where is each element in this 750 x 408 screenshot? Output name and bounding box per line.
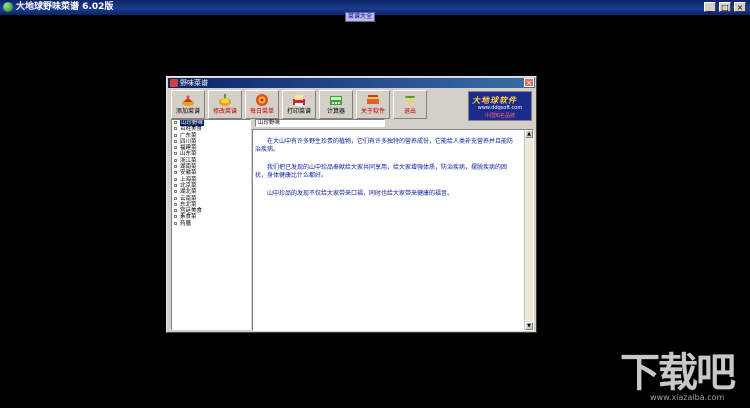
maximize-button[interactable]: □ (719, 2, 731, 12)
add-recipe-icon (182, 95, 194, 106)
scroll-up-arrow[interactable]: ▲ (525, 130, 533, 138)
window-title: 大地球野味菜谱 6.02版 (16, 2, 114, 12)
tree-item-label: 药膳 (180, 220, 192, 227)
tree-item[interactable]: 药膳 (172, 221, 250, 227)
category-tree[interactable]: 山珍野味 百姓美食 广东菜 四川菜 福建菜 山东菜 浙江菜 湖南菜 安徽菜 上海菜 北京菜 湖北菜 云南… (171, 119, 251, 330)
content-paragraph-1: 在大山中有许多野生珍贵的植物，它们有许多独特的营养成份，它能给人类补充营养并且能… (255, 138, 514, 153)
expand-icon[interactable] (174, 215, 177, 219)
dialog-close-button[interactable]: × (524, 78, 534, 87)
calculator-icon (330, 96, 342, 105)
daily-menu-label: 每日菜单 (249, 108, 274, 115)
minimize-button[interactable]: _ (704, 2, 716, 12)
content-scrollbar[interactable]: ▲ ▼ (524, 130, 533, 330)
exit-icon (405, 96, 415, 106)
expand-icon[interactable] (174, 196, 177, 200)
tree-item-label: 安徽菜 (180, 170, 197, 177)
selected-category-field: 山珍野味 (255, 119, 385, 127)
menubar: 菜谱大全 (0, 12, 750, 22)
about-button[interactable]: 关于软件 (356, 90, 390, 119)
tree-item-label: 素食菜 (180, 214, 197, 221)
menu-recipes[interactable]: 菜谱大全 (345, 12, 376, 22)
toolbar: 添加菜谱 修改菜谱 每日菜单 打印菜谱 计算器 关于软件 退出 (171, 90, 430, 120)
expand-icon[interactable] (174, 209, 177, 213)
print-recipe-label: 打印菜谱 (286, 108, 311, 115)
exit-label: 退出 (403, 108, 416, 115)
about-label: 关于软件 (360, 108, 385, 115)
tree-item-label: 百姓美食 (180, 126, 203, 133)
expand-icon[interactable] (174, 190, 177, 194)
watermark-url: www.xiazaiba.com (650, 393, 725, 402)
daily-menu-icon (256, 94, 268, 106)
tree-item-label: 浙江菜 (180, 157, 197, 164)
add-recipe-label: 添加菜谱 (175, 108, 200, 115)
exit-button[interactable]: 退出 (393, 90, 427, 119)
expand-icon[interactable] (174, 202, 177, 206)
expand-icon[interactable] (174, 183, 177, 187)
about-icon (367, 95, 379, 104)
tree-item-label: 四川菜 (180, 138, 197, 145)
watermark-logo-text: 下载吧 (620, 350, 736, 396)
tree-item-label: 湖北菜 (180, 189, 197, 196)
window-controls: _ □ × (704, 2, 746, 12)
brand-logo: 大地球软件 www.ddqsoft.com 中国知名品牌 (468, 91, 532, 121)
expand-icon[interactable] (174, 221, 177, 225)
logo-slogan: 中国知名品牌 (484, 113, 515, 119)
watermark: 下载吧 www.xiazaiba.com (606, 345, 746, 405)
calculator-button[interactable]: 计算器 (319, 90, 353, 119)
tree-item-label: 东北菜 (180, 201, 197, 208)
print-recipe-icon (293, 95, 305, 106)
scroll-down-arrow[interactable]: ▼ (525, 322, 533, 330)
print-recipe-button[interactable]: 打印菜谱 (282, 90, 316, 119)
dialog-titlebar: 野味菜谱 × (168, 78, 535, 88)
tree-item-label: 上海菜 (180, 176, 197, 183)
expand-icon[interactable] (174, 158, 177, 162)
add-recipe-button[interactable]: 添加菜谱 (171, 90, 205, 119)
dialog-title: 野味菜谱 (180, 79, 208, 87)
daily-menu-button[interactable]: 每日菜单 (245, 90, 279, 119)
expand-icon[interactable] (174, 171, 177, 175)
expand-icon[interactable] (174, 139, 177, 143)
expand-icon[interactable] (174, 121, 177, 124)
content-paragraph-3: 山中珍品的发现不仅给大家带来口福，同时也给大家带来健康的福音。 (267, 190, 454, 197)
expand-icon[interactable] (174, 133, 177, 137)
edit-recipe-icon (219, 94, 231, 106)
edit-recipe-button[interactable]: 修改菜谱 (208, 90, 242, 119)
expand-icon[interactable] (174, 152, 177, 156)
content-paragraph-2: 我们把已发现的山中珍品奉献给大家共同享用，给大家增强体质，防治疾病，摆脱疾病的困… (255, 164, 508, 179)
expand-icon[interactable] (174, 146, 177, 150)
app-globe-icon (3, 2, 13, 12)
tree-item-label: 云南菜 (180, 195, 197, 202)
expand-icon[interactable] (174, 165, 177, 169)
content-pane: 在大山中有许多野生珍贵的植物，它们有许多独特的营养成份，它能给人类补充营养并且能… (252, 129, 534, 331)
logo-url: www.ddqsoft.com (477, 105, 523, 111)
tree-item-label: 山东菜 (180, 151, 197, 158)
close-button[interactable]: × (734, 2, 746, 12)
dialog-app-icon (170, 79, 178, 87)
recipe-dialog: 野味菜谱 × 添加菜谱 修改菜谱 每日菜单 打印菜谱 计算器 关于软件 退出 大… (166, 76, 537, 333)
edit-recipe-label: 修改菜谱 (212, 108, 237, 115)
expand-icon[interactable] (174, 127, 177, 131)
tree-item-label: 广东菜 (180, 132, 197, 139)
expand-icon[interactable] (174, 177, 177, 181)
calculator-label: 计算器 (326, 108, 345, 115)
